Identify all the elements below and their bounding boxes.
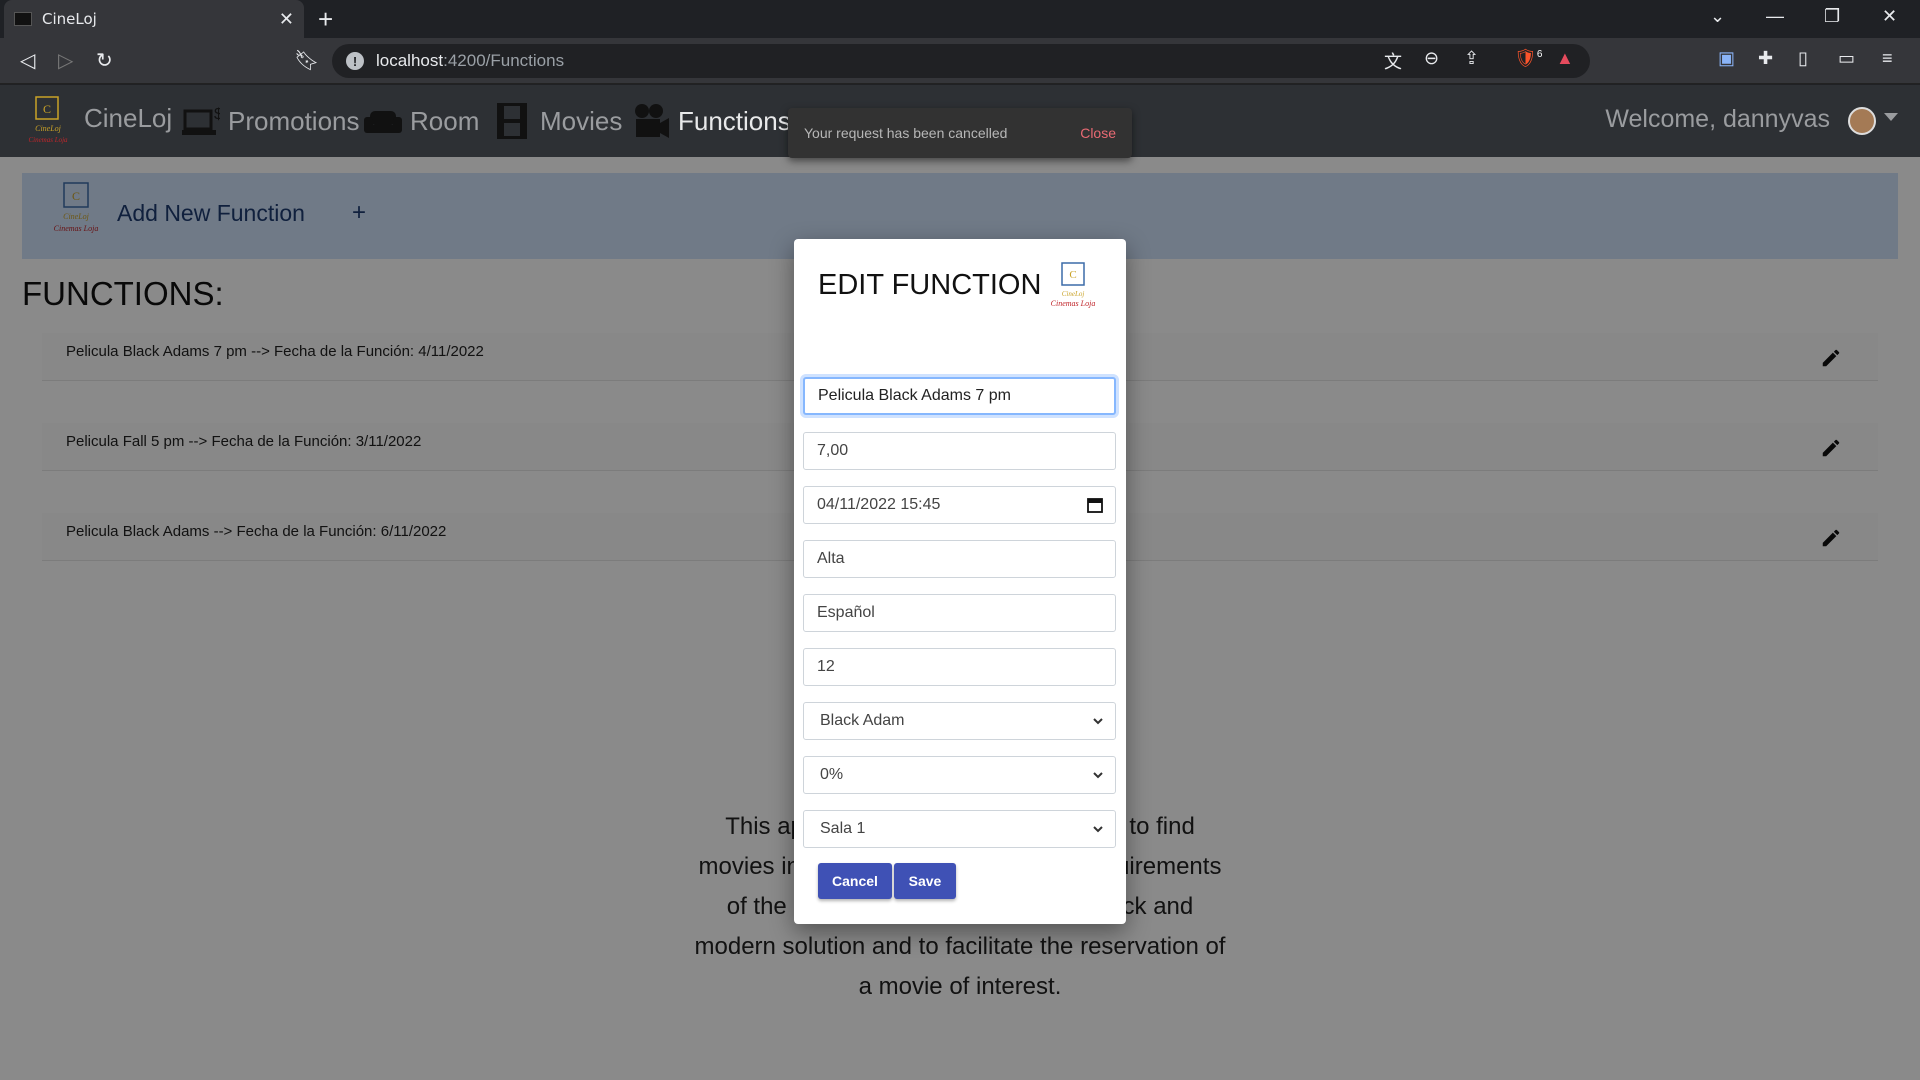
welcome-text[interactable]: Welcome, dannyvas	[1605, 105, 1830, 134]
cinemas-loja-logo-icon: C CineLoj Cinemas Loja	[1051, 262, 1096, 308]
restore-icon[interactable]: ❐	[1824, 6, 1840, 27]
dialog-title: EDIT FUNCTION	[818, 269, 1042, 301]
save-button[interactable]: Save	[894, 863, 956, 899]
price-input[interactable]: 7,00	[803, 432, 1116, 470]
laptop-dollar-icon: $	[182, 106, 220, 135]
user-menu-caret-icon[interactable]	[1884, 113, 1898, 121]
chevron-down-icon	[1093, 826, 1103, 833]
tab-search-icon[interactable]: ⌄	[1710, 6, 1725, 27]
svg-text:CineLoj: CineLoj	[1062, 290, 1085, 298]
share-icon[interactable]: ⇪	[1464, 48, 1479, 69]
datetime-value: 04/11/2022 15:45	[817, 496, 941, 513]
tab-title: CineLoj	[42, 10, 97, 28]
chevron-down-icon	[1093, 772, 1103, 779]
calendar-icon[interactable]	[1087, 497, 1103, 513]
movie-camera-icon	[635, 104, 669, 138]
nav-label-promotions: Promotions	[228, 105, 360, 136]
brave-shields-icon[interactable]: 🛡︎6	[1514, 48, 1542, 69]
shields-count-badge: 6	[1536, 49, 1543, 60]
chevron-down-icon	[1093, 718, 1103, 725]
user-avatar[interactable]	[1848, 107, 1876, 135]
film-strip-icon	[497, 103, 527, 139]
url-host: localhost	[376, 51, 444, 70]
forward-icon[interactable]: ▷	[58, 48, 73, 73]
svg-text:Cinemas Loja: Cinemas Loja	[1051, 299, 1096, 308]
sidebar-icon[interactable]: ▯	[1798, 48, 1808, 69]
movie-select-value: Black Adam	[820, 712, 905, 729]
browser-tabbar: CineLoj ✕ + ⌄ — ❐ ✕	[0, 0, 1920, 38]
snackbar-message: Your request has been cancelled	[804, 125, 1008, 141]
nav-label-functions: Functions	[678, 105, 791, 136]
snackbar-close-button[interactable]: Close	[1080, 125, 1116, 141]
nav-link-room[interactable]: Room	[364, 103, 479, 139]
extensions-icon[interactable]: ✚	[1758, 48, 1773, 69]
cineloj-logo-icon[interactable]: C CineLoj Cinemas Loja	[22, 91, 74, 149]
brave-rewards-icon[interactable]: ▲	[1556, 48, 1574, 69]
site-favicon-icon	[14, 12, 32, 26]
cancel-button[interactable]: Cancel	[818, 863, 892, 899]
nav-brand[interactable]: CineLoj	[84, 103, 172, 134]
datetime-input[interactable]: 04/11/2022 15:45	[803, 486, 1116, 524]
back-icon[interactable]: ◁	[20, 48, 35, 73]
new-tab-icon[interactable]: +	[318, 4, 333, 35]
svg-text:C: C	[43, 102, 51, 116]
movie-select[interactable]: Black Adam	[803, 702, 1116, 740]
svg-text:C: C	[1069, 269, 1076, 281]
google-translate-extension-icon[interactable]: ▣	[1718, 48, 1735, 69]
reload-icon[interactable]: ↻	[96, 48, 113, 73]
edit-function-dialog: EDIT FUNCTION C CineLoj Cinemas Loja Pel…	[794, 239, 1126, 924]
nav-link-movies[interactable]: Movies	[494, 103, 622, 139]
promotion-select[interactable]: 0%	[803, 756, 1116, 794]
minimize-icon[interactable]: —	[1766, 6, 1784, 27]
bookmark-icon[interactable]: 🔖︎	[294, 48, 319, 73]
browser-menu-icon[interactable]: ≡	[1882, 48, 1893, 69]
snackbar: Your request has been cancelled Close	[788, 108, 1132, 158]
svg-text:CineLoj: CineLoj	[35, 124, 62, 133]
site-info-icon[interactable]: !	[346, 52, 364, 70]
nav-label-movies: Movies	[540, 105, 623, 136]
browser-tab[interactable]: CineLoj ✕	[4, 0, 304, 38]
room-select[interactable]: Sala 1	[803, 810, 1116, 848]
demand-input[interactable]: Alta	[803, 540, 1116, 578]
url-path: :4200/Functions	[443, 51, 565, 70]
translate-icon[interactable]: 文	[1384, 48, 1402, 74]
language-input[interactable]: Español	[803, 594, 1116, 632]
window-close-icon[interactable]: ✕	[1882, 6, 1897, 27]
browser-toolbar: ◁ ▷ ↻ 🔖︎ ! localhost :4200/Functions 文 ⊖…	[0, 38, 1920, 84]
nav-label-room: Room	[410, 105, 480, 136]
tab-close-icon[interactable]: ✕	[279, 9, 294, 30]
promotion-select-value: 0%	[820, 766, 844, 783]
nav-link-functions[interactable]: Functions	[632, 103, 791, 139]
capacity-input[interactable]: 12	[803, 648, 1116, 686]
nav-link-promotions[interactable]: $ Promotions	[182, 103, 360, 139]
room-select-value: Sala 1	[820, 820, 866, 837]
wallet-icon[interactable]: ▭	[1838, 48, 1855, 69]
zoom-icon[interactable]: ⊖	[1424, 48, 1439, 69]
function-name-input[interactable]: Pelicula Black Adams 7 pm	[803, 377, 1116, 415]
armchair-icon	[364, 111, 402, 133]
svg-text:Cinemas Loja: Cinemas Loja	[28, 136, 68, 144]
svg-text:$: $	[214, 106, 220, 123]
